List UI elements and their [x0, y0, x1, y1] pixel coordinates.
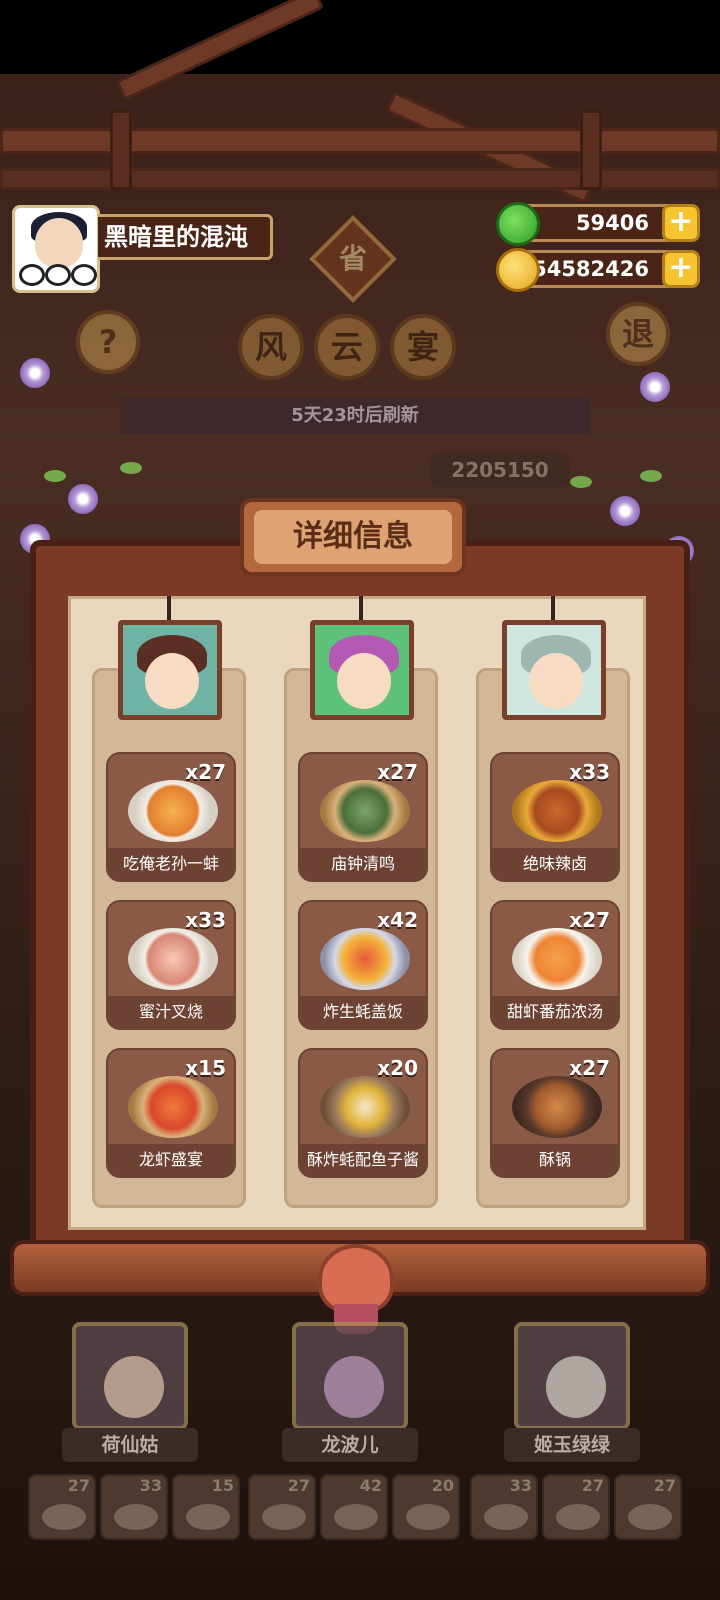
province-badge-label: 省 [338, 242, 367, 275]
roster-dish-count: 27 [653, 1476, 676, 1495]
roster-dish-slot[interactable]: 27 [248, 1474, 316, 1540]
add-coins-button[interactable]: + [662, 250, 700, 288]
dish-name: 吃俺老孙一蚌 [108, 848, 234, 880]
dish-image [128, 780, 218, 842]
roster-dish-count: 20 [431, 1476, 454, 1495]
dish-image [512, 928, 602, 990]
dish-count: x20 [377, 1056, 418, 1080]
dish-image [128, 1076, 218, 1138]
roster-dish-slot[interactable]: 20 [392, 1474, 460, 1540]
detail-panel-title: 详细信息 [254, 510, 452, 564]
dish-card[interactable]: x15 龙虾盛宴 [106, 1048, 236, 1178]
roster-dish-slot[interactable]: 42 [320, 1474, 388, 1540]
refresh-timer: 5天23时后刷新 [120, 398, 590, 434]
roster-dish-count: 33 [139, 1476, 162, 1495]
dish-name: 庙钟清鸣 [300, 848, 426, 880]
dish-count: x33 [185, 908, 226, 932]
jade-gem-icon [496, 202, 540, 246]
roster-dish-count: 15 [211, 1476, 234, 1495]
roster-character-card[interactable] [292, 1322, 408, 1430]
roster-dish-slot[interactable]: 27 [614, 1474, 682, 1540]
leaf-decoration [44, 470, 66, 482]
roster-dish-count: 27 [67, 1476, 90, 1495]
roster-character-card[interactable] [514, 1322, 630, 1430]
roster-character-name: 荷仙姑 [62, 1428, 198, 1462]
dish-image [320, 928, 410, 990]
character-portrait [502, 620, 606, 720]
roof-beam [0, 128, 720, 154]
dish-card[interactable]: x27 庙钟清鸣 [298, 752, 428, 882]
banner-title-char: 风 [238, 314, 304, 380]
coin-icon [496, 248, 540, 292]
dish-count: x33 [569, 760, 610, 784]
dish-name: 酥锅 [492, 1144, 618, 1176]
banner-title-char: 云 [314, 314, 380, 380]
dish-card[interactable]: x27 酥锅 [490, 1048, 620, 1178]
character-portrait [118, 620, 222, 720]
jade-value: 59406 [575, 211, 649, 235]
dish-name: 龙虾盛宴 [108, 1144, 234, 1176]
roster-character-name: 龙波儿 [282, 1428, 418, 1462]
roof-pillar [110, 110, 132, 190]
status-bar [0, 0, 720, 74]
roster-dish-count: 27 [581, 1476, 604, 1495]
dish-card[interactable]: x33 绝味辣卤 [490, 752, 620, 882]
dish-name: 蜜汁叉烧 [108, 996, 234, 1028]
flower-decoration [20, 358, 50, 388]
roster-character-card[interactable] [72, 1322, 188, 1430]
flower-decoration [610, 496, 640, 526]
hanging-string [167, 596, 171, 622]
detail-panel-title-plaque: 详细信息 [240, 498, 466, 576]
dish-image [320, 780, 410, 842]
hanging-string [551, 596, 555, 622]
help-button[interactable]: ? [76, 310, 140, 374]
roster-dish-slot[interactable]: 27 [28, 1474, 96, 1540]
roster-dish-slot[interactable]: 15 [172, 1474, 240, 1540]
dish-name: 甜虾番茄浓汤 [492, 996, 618, 1028]
roster-dish-count: 27 [287, 1476, 310, 1495]
roof-pillar [580, 110, 602, 190]
dish-name: 酥炸蚝配鱼子酱 [300, 1144, 426, 1176]
dish-card[interactable]: x27 甜虾番茄浓汤 [490, 900, 620, 1030]
character-portrait [310, 620, 414, 720]
roster-dish-count: 33 [509, 1476, 532, 1495]
dish-image [128, 928, 218, 990]
roster-character-name: 姬玉绿绿 [504, 1428, 640, 1462]
dish-count: x27 [377, 760, 418, 784]
dish-name: 绝味辣卤 [492, 848, 618, 880]
roster-dish-slot[interactable]: 27 [542, 1474, 610, 1540]
dish-card[interactable]: x42 炸生蚝盖饭 [298, 900, 428, 1030]
back-button[interactable]: 退 [606, 302, 670, 366]
banner-title-char: 宴 [390, 314, 456, 380]
roster-dish-count: 42 [359, 1476, 382, 1495]
dish-card[interactable]: x20 酥炸蚝配鱼子酱 [298, 1048, 428, 1178]
dish-image [512, 780, 602, 842]
dish-count: x27 [185, 760, 226, 784]
dish-count: x15 [185, 1056, 226, 1080]
player-name: 黑暗里的混沌 [98, 214, 273, 260]
add-jade-button[interactable]: + [662, 204, 700, 242]
dish-count: x27 [569, 1056, 610, 1080]
flower-decoration [640, 372, 670, 402]
hanging-string [359, 596, 363, 622]
leaf-decoration [570, 476, 592, 488]
roster-dish-slot[interactable]: 33 [100, 1474, 168, 1540]
leaf-decoration [120, 462, 142, 474]
dish-image [512, 1076, 602, 1138]
dish-card[interactable]: x33 蜜汁叉烧 [106, 900, 236, 1030]
dish-name: 炸生蚝盖饭 [300, 996, 426, 1028]
roof-beam [0, 168, 720, 190]
flower-decoration [68, 484, 98, 514]
dish-count: x27 [569, 908, 610, 932]
dish-count: x42 [377, 908, 418, 932]
dish-card[interactable]: x27 吃俺老孙一蚌 [106, 752, 236, 882]
dish-image [320, 1076, 410, 1138]
coin-value: 54582426 [532, 257, 649, 281]
roster-dish-slot[interactable]: 33 [470, 1474, 538, 1540]
leaf-decoration [640, 470, 662, 482]
player-avatar[interactable] [12, 205, 100, 293]
score-display: 2205150 [430, 452, 570, 488]
